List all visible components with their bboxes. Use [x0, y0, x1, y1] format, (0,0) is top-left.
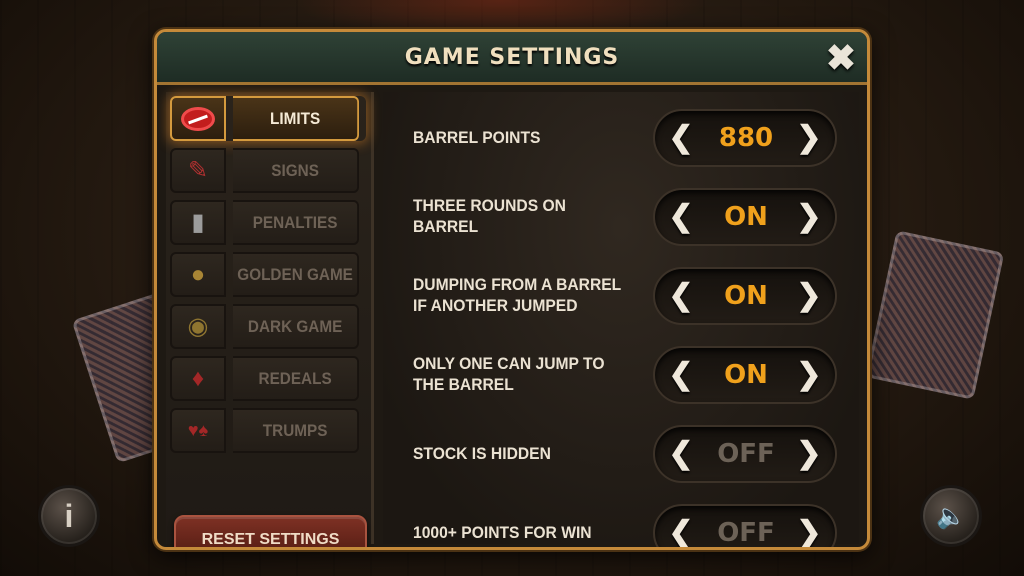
- setting-label: 1000+ POINTS FOR WIN: [413, 522, 592, 542]
- setting-row-1000-points: 1000+ POINTS FOR WIN ❮ OFF ❯: [383, 499, 859, 548]
- settings-sidebar: LIMITS ✎ SIGNS ▮ PENALTIES ● GOLDEN GAME…: [166, 92, 374, 547]
- setting-row-three-rounds: THREE ROUNDS ON BARREL ❮ ON ❯: [383, 183, 859, 249]
- sidebar-item-label: SIGNS: [233, 148, 359, 193]
- sidebar-item-label: GOLDEN GAME: [233, 252, 359, 297]
- only-one-jump-stepper: ❮ ON ❯: [653, 346, 837, 404]
- three-rounds-stepper: ❮ ON ❯: [653, 188, 837, 246]
- stepper-value: OFF: [717, 439, 775, 469]
- chevron-right-icon[interactable]: ❯: [793, 122, 825, 154]
- pen-icon: ✎: [170, 148, 226, 193]
- dialog-title: GAME SETTINGS: [404, 44, 620, 70]
- chevron-right-icon[interactable]: ❯: [793, 517, 825, 548]
- setting-label: THREE ROUNDS ON BARREL: [413, 196, 566, 236]
- sidebar-item-signs[interactable]: ✎ SIGNS: [170, 148, 366, 193]
- sidebar-item-golden-game[interactable]: ● GOLDEN GAME: [170, 252, 366, 297]
- sidebar-item-limits[interactable]: LIMITS: [170, 96, 366, 141]
- stepper-value: ON: [724, 360, 768, 390]
- sidebar-item-redeals[interactable]: ♦ REDEALS: [170, 356, 366, 401]
- setting-label: STOCK IS HIDDEN: [413, 443, 551, 463]
- stepper-value: 880: [718, 123, 774, 153]
- sound-icon[interactable]: 🔈: [920, 485, 982, 547]
- stepper-value: ON: [724, 281, 768, 311]
- settings-list: BARREL POINTS ❮ 880 ❯ THREE ROUNDS ON BA…: [383, 92, 859, 547]
- sidebar-item-label: DARK GAME: [233, 304, 359, 349]
- info-icon[interactable]: i: [38, 485, 100, 547]
- sidebar-item-label: LIMITS: [233, 96, 359, 141]
- mask-icon: ◉: [170, 304, 226, 349]
- card-suits-icon: ♥♠: [170, 408, 226, 453]
- sidebar-item-penalties[interactable]: ▮ PENALTIES: [170, 200, 366, 245]
- setting-row-stock-hidden: STOCK IS HIDDEN ❮ OFF ❯: [383, 420, 859, 486]
- chevron-right-icon[interactable]: ❯: [793, 359, 825, 391]
- chevron-left-icon[interactable]: ❮: [665, 359, 697, 391]
- chevron-right-icon[interactable]: ❯: [793, 438, 825, 470]
- sidebar-item-dark-game[interactable]: ◉ DARK GAME: [170, 304, 366, 349]
- setting-label: ONLY ONE CAN JUMP TO THE BARREL: [413, 354, 605, 394]
- chevron-right-icon[interactable]: ❯: [793, 280, 825, 312]
- setting-row-dumping: DUMPING FROM A BARREL IF ANOTHER JUMPED …: [383, 262, 859, 328]
- background-card-right: [865, 230, 1005, 400]
- reset-settings-button[interactable]: RESET SETTINGS: [174, 515, 367, 547]
- chevron-left-icon[interactable]: ❮: [665, 280, 697, 312]
- win-points-stepper: ❮ OFF ❯: [653, 504, 837, 548]
- setting-row-barrel-points: BARREL POINTS ❮ 880 ❯: [383, 104, 859, 170]
- stepper-value: ON: [724, 202, 768, 232]
- chevron-left-icon[interactable]: ❮: [665, 201, 697, 233]
- chevron-right-icon[interactable]: ❯: [793, 201, 825, 233]
- sidebar-item-trumps[interactable]: ♥♠ TRUMPS: [170, 408, 366, 453]
- setting-label: DUMPING FROM A BARREL IF ANOTHER JUMPED: [413, 275, 621, 315]
- dumping-stepper: ❮ ON ❯: [653, 267, 837, 325]
- sidebar-item-label: PENALTIES: [233, 200, 359, 245]
- golden-chicken-icon: ●: [170, 252, 226, 297]
- chevron-left-icon[interactable]: ❮: [665, 517, 697, 548]
- sidebar-item-label: TRUMPS: [233, 408, 359, 453]
- barrel-points-stepper: ❮ 880 ❯: [653, 109, 837, 167]
- cards-icon: ♦: [170, 356, 226, 401]
- chevron-left-icon[interactable]: ❮: [665, 438, 697, 470]
- sidebar-item-label: REDEALS: [233, 356, 359, 401]
- stepper-value: OFF: [717, 518, 775, 548]
- setting-label: BARREL POINTS: [413, 127, 541, 147]
- no-entry-icon: [170, 96, 226, 141]
- chevron-left-icon[interactable]: ❮: [665, 122, 697, 154]
- setting-row-only-one-jump: ONLY ONE CAN JUMP TO THE BARREL ❮ ON ❯: [383, 341, 859, 407]
- close-icon[interactable]: ✖: [825, 40, 857, 76]
- game-settings-dialog: GAME SETTINGS ✖ LIMITS ✎ SIGNS ▮ PENALTI…: [154, 29, 870, 550]
- whistle-icon: ▮: [170, 200, 226, 245]
- dialog-header: GAME SETTINGS ✖: [157, 32, 867, 85]
- stock-hidden-stepper: ❮ OFF ❯: [653, 425, 837, 483]
